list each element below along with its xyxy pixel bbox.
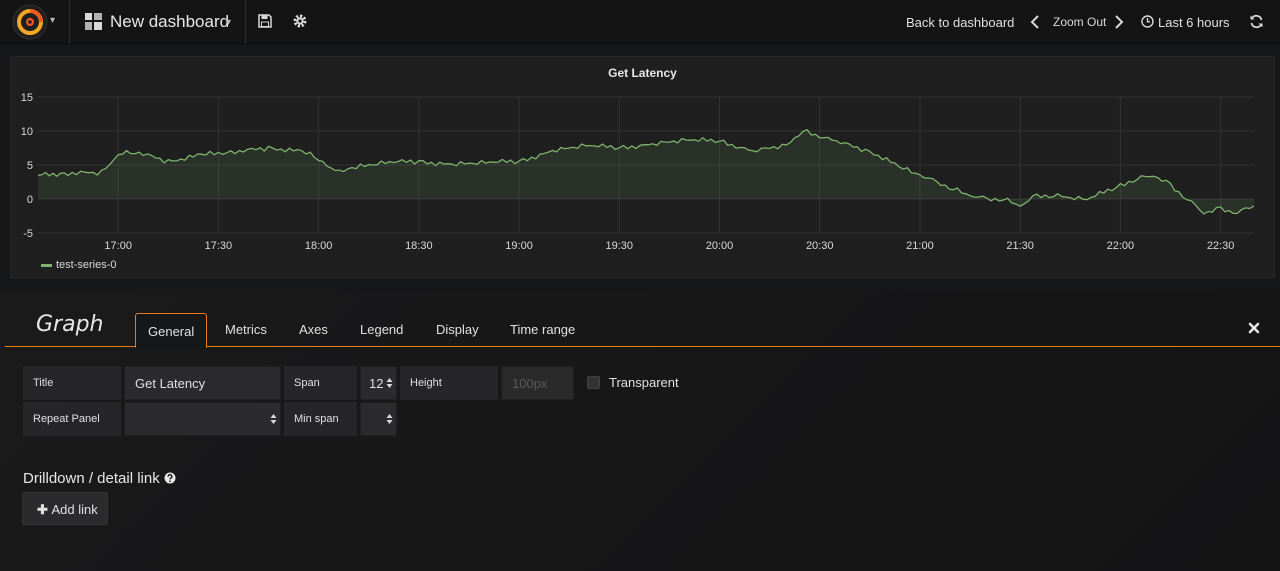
graph-panel[interactable]: Get Latency 15 10 5 0 -5 17:00 17:30 18:00 18:30… [10,56,1275,278]
chevron-down-icon[interactable]: ▾ [50,15,55,26]
height-label: Height [400,366,498,400]
legend-item-test-series-0[interactable]: test-series-0 [56,259,117,271]
y-tick-label: -5 [23,228,33,240]
chevron-left-icon[interactable] [1030,15,1040,29]
series-area [38,129,1254,214]
repeat-panel-select[interactable] [124,402,281,436]
min-span-label: Min span [284,402,357,436]
tab-general[interactable]: General [135,313,208,348]
select-arrows-icon[interactable] [386,413,393,425]
zoom-out-button[interactable]: Zoom Out [1053,15,1106,29]
add-link-button[interactable]: ✚ Add link [22,492,108,525]
tab-axes[interactable]: Axes [299,322,328,337]
x-tick-label: 20:30 [806,240,834,252]
y-tick-label: 0 [27,194,33,206]
tab-legend[interactable]: Legend [360,322,403,337]
chart-legend: test-series-0 [41,259,117,271]
plus-icon: ✚ [37,502,52,517]
grafana-logo-icon[interactable] [12,4,48,40]
question-circle-icon[interactable] [164,472,176,484]
legend-swatch[interactable] [41,263,52,267]
x-tick-label: 22:30 [1207,240,1235,252]
x-tick-label: 19:30 [606,240,634,252]
x-tick-label: 18:30 [405,240,433,252]
add-link-label: Add link [51,502,98,517]
transparent-label[interactable]: Transparent [609,375,679,390]
select-arrows-icon[interactable] [386,377,393,389]
chevron-right-icon[interactable] [1114,15,1124,29]
x-tick-label: 22:00 [1107,240,1135,252]
x-tick-label: 17:30 [205,240,233,252]
title-input[interactable]: Get Latency [124,366,281,400]
dashboard-title[interactable]: New dashboard [110,12,229,32]
editor-header: Graph General Metrics Axes Legend Displa… [5,290,1280,348]
y-tick-label: 10 [21,126,33,138]
x-tick-label: 21:30 [1006,240,1034,252]
x-tick-label: 18:00 [305,240,333,252]
transparent-checkbox[interactable] [587,376,600,389]
panel-editor: Graph General Metrics Axes Legend Displa… [0,290,1280,571]
x-tick-label: 20:00 [706,240,734,252]
save-icon[interactable] [258,14,272,28]
latency-chart[interactable]: 15 10 5 0 -5 17:00 17:30 18:00 18:30 19:00 19:30 20… [11,57,1276,279]
chevron-down-icon[interactable]: ▾ [226,17,231,28]
editor-heading: Graph [36,312,104,337]
select-arrows-icon[interactable] [270,413,277,425]
gear-icon[interactable] [292,13,308,29]
close-icon[interactable] [1248,322,1260,334]
span-label: Span [284,366,357,400]
x-tick-label: 19:00 [505,240,533,252]
back-to-dashboard-link[interactable]: Back to dashboard [906,15,1014,30]
drilldown-title: Drilldown / detail link [23,470,160,487]
refresh-icon[interactable] [1249,14,1264,29]
dashboard-grid-icon [85,13,102,30]
y-tick-label: 15 [21,92,33,104]
span-value: 12 [369,376,384,391]
repeat-panel-label: Repeat Panel [23,402,121,436]
dashboard-picker[interactable]: New dashboard ▾ [70,0,246,44]
x-tick-label: 21:00 [906,240,934,252]
tab-metrics[interactable]: Metrics [225,322,267,337]
clock-icon[interactable] [1141,15,1154,28]
time-range-picker[interactable]: Last 6 hours [1158,15,1230,30]
title-label: Title [23,366,121,400]
grafana-menu[interactable]: ▾ [0,0,70,44]
tab-display[interactable]: Display [436,322,479,337]
y-tick-label: 5 [27,160,33,172]
height-input[interactable]: 100px [501,366,574,400]
top-navbar: ▾ New dashboard ▾ Back to dashboard Zoom… [0,0,1280,44]
tab-time-range[interactable]: Time range [510,322,575,337]
x-tick-label: 17:00 [104,240,132,252]
